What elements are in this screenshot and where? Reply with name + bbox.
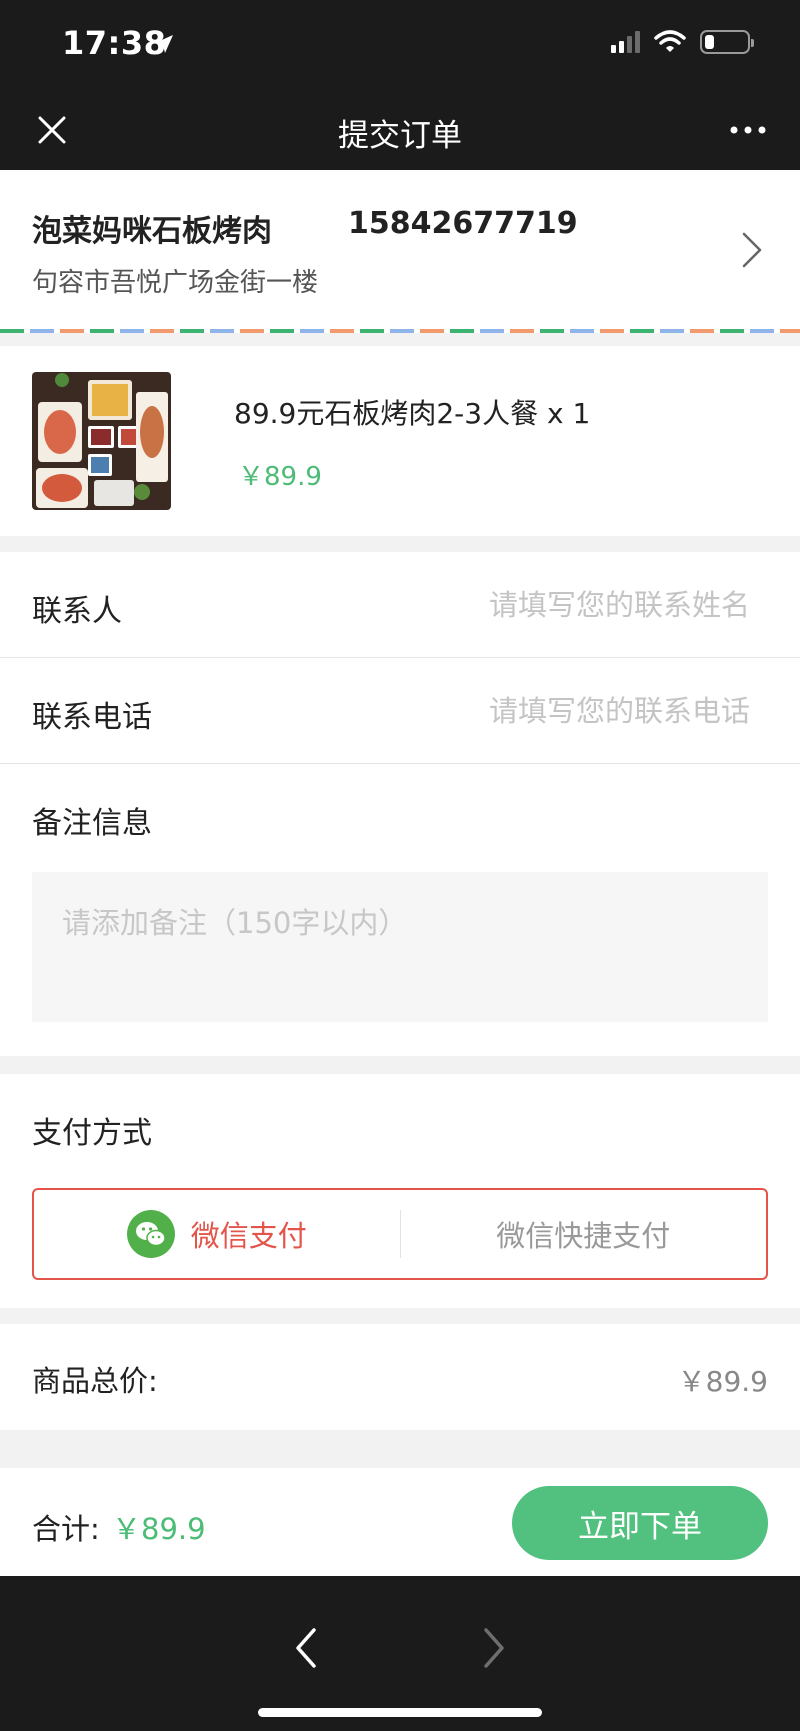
- product-price: ￥89.9: [238, 462, 322, 492]
- location-arrow-icon: [155, 35, 173, 53]
- payment-label: 支付方式: [32, 1116, 152, 1151]
- remark-textarea[interactable]: [32, 872, 768, 1022]
- wechat-pay-label: 微信支付: [190, 1219, 307, 1253]
- store-address: 句容市吾悦广场金街一楼: [32, 268, 319, 298]
- wechat-quick-pay-label: 微信快捷支付: [496, 1219, 671, 1253]
- contact-phone-label: 联系电话: [32, 700, 152, 735]
- contact-phone-row: 联系电话: [0, 658, 800, 764]
- status-indicators: [611, 30, 754, 54]
- sum-label: 合计:: [32, 1512, 100, 1546]
- remark-label: 备注信息: [32, 806, 152, 841]
- sum-value: ￥89.9: [112, 1512, 206, 1546]
- contact-name-row: 联系人: [0, 552, 800, 658]
- payment-section: 支付方式 微信支付 微信快捷支付: [0, 1074, 800, 1308]
- store-name: 泡菜妈咪石板烤肉: [32, 214, 272, 249]
- forward-arrow-icon[interactable]: [472, 1618, 516, 1678]
- goods-total-row: 商品总价: ￥89.9: [0, 1324, 800, 1430]
- contact-form: 联系人 联系电话 备注信息: [0, 552, 800, 1056]
- chevron-right-icon: [742, 232, 762, 268]
- wechat-pay-option[interactable]: 微信支付: [34, 1190, 400, 1278]
- store-address-card[interactable]: 泡菜妈咪石板烤肉 15842677719 句容市吾悦广场金街一楼: [0, 170, 800, 333]
- status-time: 17:38: [62, 24, 167, 62]
- product-item: 89.9元石板烤肉2-3人餐 x 1 ￥89.9: [0, 346, 800, 536]
- home-indicator: [258, 1708, 542, 1717]
- wechat-pay-icon: [126, 1210, 175, 1258]
- back-arrow-icon[interactable]: [284, 1618, 328, 1678]
- remark-section: 备注信息: [0, 764, 800, 1056]
- status-bar: 17:38: [0, 0, 800, 90]
- store-phone: 15842677719: [348, 206, 578, 241]
- place-order-button[interactable]: 立即下单: [512, 1486, 768, 1560]
- contact-name-input[interactable]: [410, 580, 750, 630]
- browser-toolbar: [0, 1576, 800, 1731]
- page-title: 提交订单: [338, 118, 462, 154]
- nav-bar: 提交订单: [0, 90, 800, 170]
- checkout-bar: 合计: ￥89.9 立即下单: [0, 1468, 800, 1576]
- product-name: 89.9元石板烤肉2-3人餐 x 1: [234, 397, 591, 430]
- battery-icon: [700, 30, 754, 54]
- payment-options: 微信支付 微信快捷支付: [32, 1188, 768, 1280]
- wifi-icon: [654, 30, 686, 52]
- signal-icon: [611, 31, 640, 53]
- contact-phone-input[interactable]: [410, 686, 750, 736]
- more-icon[interactable]: [726, 114, 770, 146]
- product-image: [32, 372, 171, 510]
- contact-name-label: 联系人: [32, 594, 122, 629]
- goods-total-label: 商品总价:: [32, 1364, 158, 1398]
- wechat-quick-pay-option[interactable]: 微信快捷支付: [401, 1190, 767, 1278]
- goods-total-value: ￥89.9: [677, 1365, 768, 1398]
- envelope-stripe-divider: [0, 329, 800, 333]
